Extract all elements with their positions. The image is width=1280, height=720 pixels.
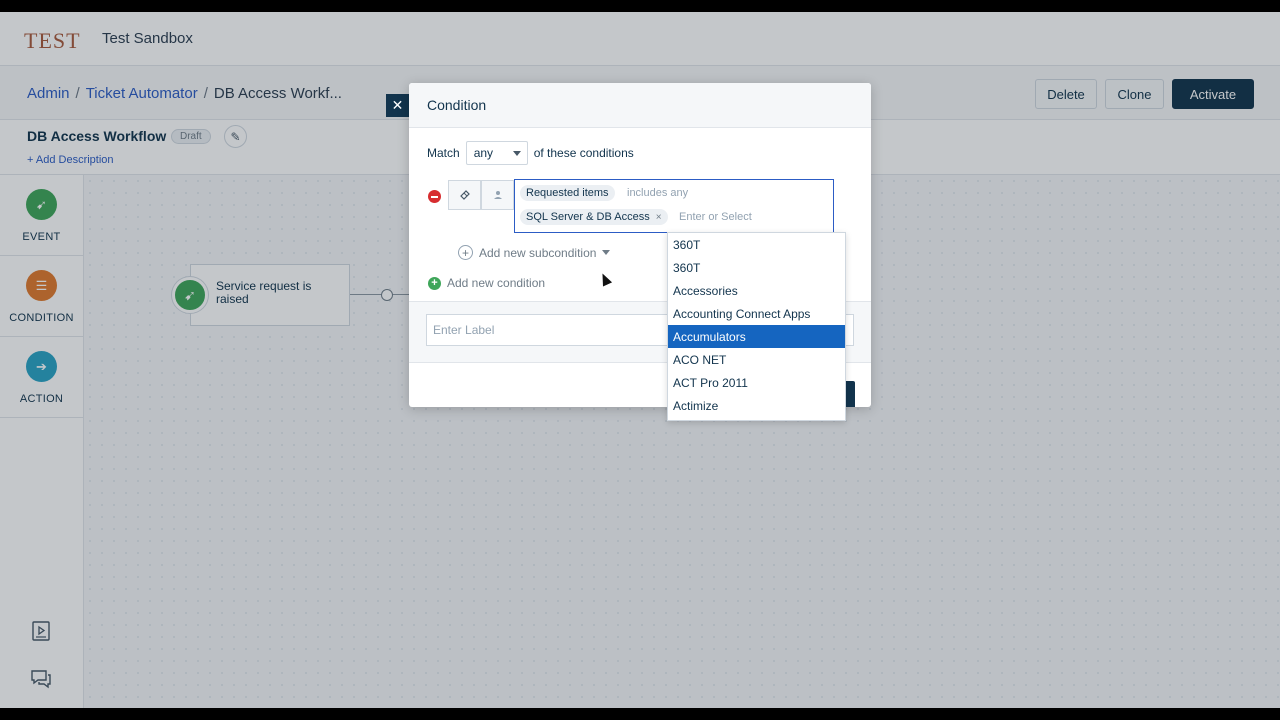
condition-row: Requested items includes any SQL Server … [427, 179, 837, 233]
add-condition-label: Add new condition [447, 276, 546, 290]
dropdown-option[interactable]: 360T [668, 256, 845, 279]
dropdown-option[interactable]: Accessories [668, 279, 845, 302]
dropdown-option[interactable]: Actimize [668, 395, 845, 418]
remove-condition-icon[interactable] [428, 190, 441, 203]
add-condition-button[interactable]: + Add new condition [428, 276, 545, 290]
add-icon: + [428, 276, 441, 290]
match-suffix: of these conditions [533, 146, 634, 160]
dropdown-option-highlighted[interactable]: Accumulators [668, 325, 845, 349]
value-tag-label: SQL Server & DB Access [526, 211, 650, 223]
remove-value-icon[interactable]: × [656, 212, 662, 223]
match-select[interactable]: any [465, 141, 528, 165]
add-subcondition-label: Add new subcondition [479, 245, 597, 260]
plus-circle-icon: + [458, 245, 473, 260]
match-row: Match any of these conditions [427, 141, 634, 165]
condition-input-box[interactable]: Requested items includes any SQL Server … [514, 179, 834, 233]
value-dropdown[interactable]: 360T 360T Accessories Accounting Connect… [667, 232, 846, 421]
match-prefix: Match [427, 146, 460, 160]
requester-icon[interactable] [481, 180, 514, 210]
dropdown-option[interactable]: ACO NET [668, 348, 845, 371]
modal-title: Condition [427, 97, 487, 113]
field-tag[interactable]: Requested items [520, 185, 615, 201]
dropdown-option[interactable]: 360T [668, 233, 845, 256]
add-subcondition-button[interactable]: + Add new subcondition [458, 245, 611, 260]
app-frame: TEST Test Sandbox Admin / Ticket Automator… [0, 12, 1280, 708]
value-tag[interactable]: SQL Server & DB Access × [520, 209, 668, 225]
close-icon: ✕ [391, 97, 404, 113]
match-select-value: any [473, 146, 494, 160]
chevron-down-icon [602, 250, 611, 255]
close-modal-button[interactable]: ✕ [386, 94, 409, 117]
modal-header: Condition [409, 83, 871, 128]
dropdown-option[interactable]: ACT Pro 2011 [668, 372, 845, 395]
value-input-placeholder[interactable]: Enter or Select [679, 211, 752, 223]
chevron-down-icon [512, 151, 521, 156]
dropdown-option[interactable]: Accounting Connect Apps [668, 302, 845, 325]
ticket-icon[interactable] [448, 180, 481, 210]
operator-label[interactable]: includes any [627, 187, 688, 199]
